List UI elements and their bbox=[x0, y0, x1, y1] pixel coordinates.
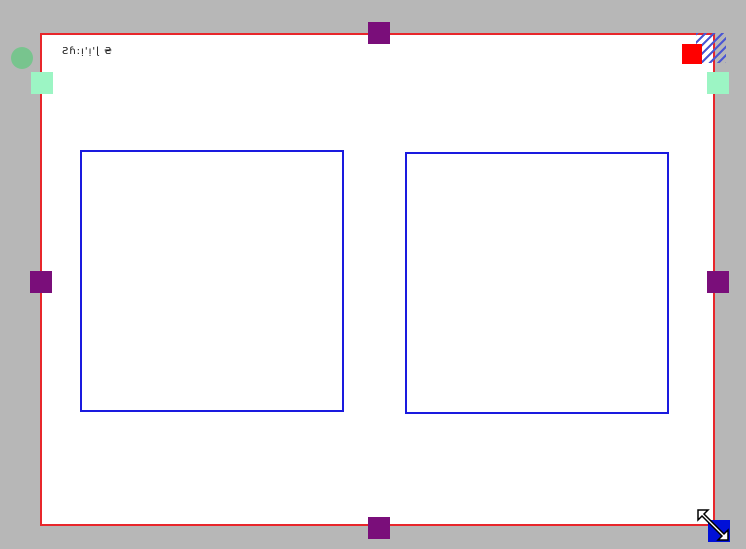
image-frame-right[interactable] bbox=[405, 152, 669, 414]
resize-handle-right[interactable] bbox=[707, 271, 729, 293]
canvas-caption: Ƨɦ:ᴉ'ᴉ'ɭ ₴ bbox=[62, 46, 113, 57]
resize-handle-left[interactable] bbox=[30, 271, 52, 293]
delete-icon[interactable] bbox=[682, 44, 702, 64]
rotate-handle-icon[interactable] bbox=[11, 47, 33, 69]
diagonal-arrow-icon bbox=[697, 509, 729, 541]
image-frame-left[interactable] bbox=[80, 150, 344, 412]
corner-handle-top-right[interactable] bbox=[707, 72, 729, 94]
resize-handle-bottom[interactable] bbox=[368, 517, 390, 539]
resize-handle-top[interactable] bbox=[368, 22, 390, 44]
resize-diagonal-icon[interactable] bbox=[696, 508, 730, 542]
corner-handle-top-left[interactable] bbox=[31, 72, 53, 94]
